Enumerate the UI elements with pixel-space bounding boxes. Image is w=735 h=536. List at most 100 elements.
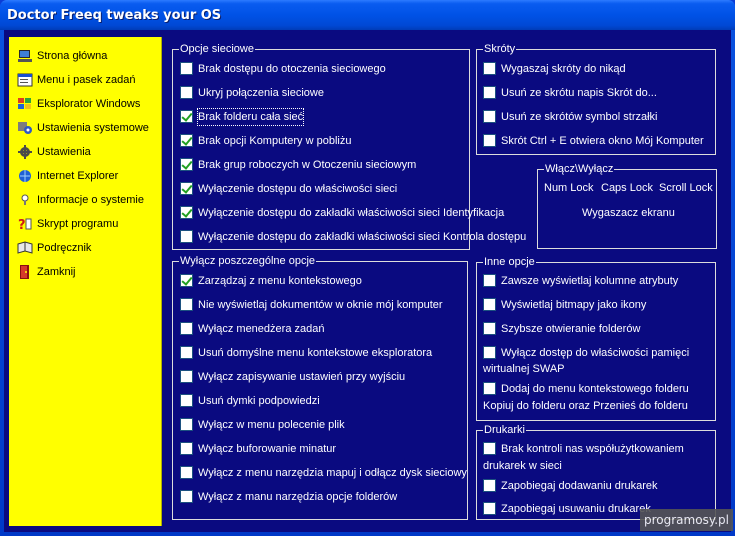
individual-option-9[interactable]: Wyłącz z menu narzędzia mapuj i odłącz d… — [180, 465, 467, 481]
network-option-4[interactable]: Brak opcji Komputery w pobliżu — [180, 133, 351, 149]
checkbox[interactable] — [180, 418, 193, 431]
svg-text:?: ? — [18, 218, 26, 231]
individual-option-4[interactable]: Usuń domyślne menu kontekstowe eksplorat… — [180, 345, 432, 361]
checkbox[interactable] — [180, 230, 193, 243]
other-option-4-label-cont: wirtualnej SWAP — [483, 363, 565, 375]
checkbox[interactable] — [483, 346, 496, 359]
screensaver-toggle[interactable]: Wygaszacz ekranu — [582, 207, 675, 219]
checkbox[interactable] — [483, 502, 496, 515]
other-option-5[interactable]: Dodaj do menu kontekstowego folderu — [483, 381, 689, 397]
printer-option-3[interactable]: Zapobiegaj usuwaniu drukarek — [483, 501, 651, 517]
shortcut-option-2[interactable]: Usuń ze skrótu napis Skrót do... — [483, 85, 657, 101]
sidebar-nav: Strona główna Menu i pasek zadań Eksplor… — [9, 37, 162, 526]
book-icon — [16, 240, 33, 256]
title-bar[interactable]: Doctor Freeq tweaks your OS — [0, 0, 735, 30]
checkbox[interactable] — [483, 62, 496, 75]
checkbox[interactable] — [483, 110, 496, 123]
sidebar-item-home[interactable]: Strona główna — [16, 47, 107, 65]
watermark: programosy.pl — [640, 509, 733, 531]
other-option-1[interactable]: Zawsze wyświetlaj kolumne atrybuty — [483, 273, 678, 289]
checkbox[interactable] — [483, 382, 496, 395]
checkbox[interactable] — [180, 490, 193, 503]
checkbox[interactable] — [180, 206, 193, 219]
other-option-3[interactable]: Szybsze otwieranie folderów — [483, 321, 640, 337]
sidebar-item-internet-explorer[interactable]: Internet Explorer — [16, 167, 118, 185]
sidebar-item-manual[interactable]: Podręcznik — [16, 239, 91, 257]
network-option-5[interactable]: Brak grup roboczych w Otoczeniu sieciowy… — [180, 157, 416, 173]
checkbox[interactable] — [483, 274, 496, 287]
printer-option-2[interactable]: Zapobiegaj dodawaniu drukarek — [483, 478, 658, 494]
group-title: Wyłącz poszczególne opcje — [179, 254, 317, 268]
sidebar-item-label: Ustawienia — [37, 146, 91, 158]
checkbox[interactable] — [180, 322, 193, 335]
sidebar-item-close[interactable]: Zamknij — [16, 263, 76, 281]
num-lock-toggle[interactable]: Num Lock — [544, 182, 594, 194]
question-icon: ? — [16, 216, 33, 232]
sidebar-item-system-settings[interactable]: Ustawienia systemowe — [16, 119, 149, 137]
checkbox[interactable] — [483, 298, 496, 311]
sidebar-item-label: Skrypt programu — [37, 218, 119, 230]
sidebar-item-label: Menu i pasek zadań — [37, 74, 136, 86]
checkbox[interactable] — [483, 322, 496, 335]
checkbox[interactable] — [180, 158, 193, 171]
individual-option-6[interactable]: Usuń dymki podpowiedzi — [180, 393, 320, 409]
group-title: Drukarki — [483, 423, 526, 437]
network-option-3[interactable]: Brak folderu cała sieć — [180, 108, 305, 126]
sidebar-item-label: Informacje o systemie — [37, 194, 144, 206]
checkbox[interactable] — [180, 394, 193, 407]
checkbox[interactable] — [180, 110, 193, 123]
sidebar-item-menu-taskbar[interactable]: Menu i pasek zadań — [16, 71, 135, 89]
checkbox[interactable] — [180, 86, 193, 99]
checkbox[interactable] — [180, 370, 193, 383]
checkbox[interactable] — [180, 346, 193, 359]
network-option-8[interactable]: Wyłączenie dostępu do zakładki właściwoś… — [180, 229, 526, 245]
windows-flag-icon — [16, 96, 33, 112]
individual-option-3[interactable]: Wyłącz menedżera zadań — [180, 321, 324, 337]
shortcut-option-3[interactable]: Usuń ze skrótów symbol strzałki — [483, 109, 658, 125]
network-option-2[interactable]: Ukryj połączenia sieciowe — [180, 85, 324, 101]
caps-lock-toggle[interactable]: Caps Lock — [601, 182, 653, 194]
other-option-5-label-cont: Kopiuj do folderu oraz Przenieś do folde… — [483, 400, 688, 412]
system-settings-icon — [16, 120, 33, 136]
checkbox[interactable] — [483, 442, 496, 455]
menu-window-icon — [16, 72, 33, 88]
checkbox[interactable] — [180, 134, 193, 147]
sidebar-item-label: Podręcznik — [37, 242, 92, 254]
sidebar-item-label: Eksplorator Windows — [37, 98, 141, 110]
sidebar-item-program-script[interactable]: ? Skrypt programu — [16, 215, 119, 233]
sidebar-item-explorer[interactable]: Eksplorator Windows — [16, 95, 140, 113]
sidebar-item-settings[interactable]: Ustawienia — [16, 143, 91, 161]
network-option-7[interactable]: Wyłączenie dostępu do zakładki właściwoś… — [180, 205, 504, 221]
checkbox[interactable] — [180, 182, 193, 195]
window-title: Doctor Freeq tweaks your OS — [7, 8, 222, 23]
other-option-4[interactable]: Wyłącz dostęp do właściwości pamięci — [483, 345, 689, 361]
gear-icon — [16, 144, 33, 160]
monitor-icon — [16, 48, 33, 64]
checkbox[interactable] — [483, 86, 496, 99]
globe-icon — [16, 168, 33, 184]
printer-option-1[interactable]: Brak kontroli nas współużytkowaniem — [483, 441, 684, 457]
checkbox[interactable] — [180, 466, 193, 479]
sidebar-item-system-info[interactable]: Informacje o systemie — [16, 191, 144, 209]
checkbox[interactable] — [180, 298, 193, 311]
individual-option-7[interactable]: Wyłącz w menu polecenie plik — [180, 417, 345, 433]
sidebar-item-label: Strona główna — [37, 50, 108, 62]
lightbulb-icon — [16, 192, 33, 208]
scroll-lock-toggle[interactable]: Scroll Lock — [659, 182, 713, 194]
individual-option-8[interactable]: Wyłącz buforowanie minatur — [180, 441, 336, 457]
individual-option-5[interactable]: Wyłącz zapisywanie ustawień przy wyjściu — [180, 369, 405, 385]
checkbox[interactable] — [483, 479, 496, 492]
shortcut-option-4[interactable]: Skrót Ctrl + E otwiera okno Mój Komputer — [483, 133, 704, 149]
shortcut-option-1[interactable]: Wygaszaj skróty do nikąd — [483, 61, 626, 77]
individual-option-2[interactable]: Nie wyświetlaj dokumentów w oknie mój ko… — [180, 297, 443, 313]
app-window: Doctor Freeq tweaks your OS Strona główn… — [0, 0, 735, 536]
checkbox[interactable] — [180, 62, 193, 75]
network-option-6[interactable]: Wyłączenie dostępu do właściwości sieci — [180, 181, 397, 197]
checkbox[interactable] — [180, 442, 193, 455]
checkbox[interactable] — [180, 274, 193, 287]
checkbox[interactable] — [483, 134, 496, 147]
other-option-2[interactable]: Wyświetlaj bitmapy jako ikony — [483, 297, 646, 313]
individual-option-1[interactable]: Zarządzaj z menu kontekstowego — [180, 273, 362, 289]
individual-option-10[interactable]: Wyłącz z manu narzędzia opcje folderów — [180, 489, 397, 505]
network-option-1[interactable]: Brak dostępu do otoczenia sieciowego — [180, 61, 386, 77]
